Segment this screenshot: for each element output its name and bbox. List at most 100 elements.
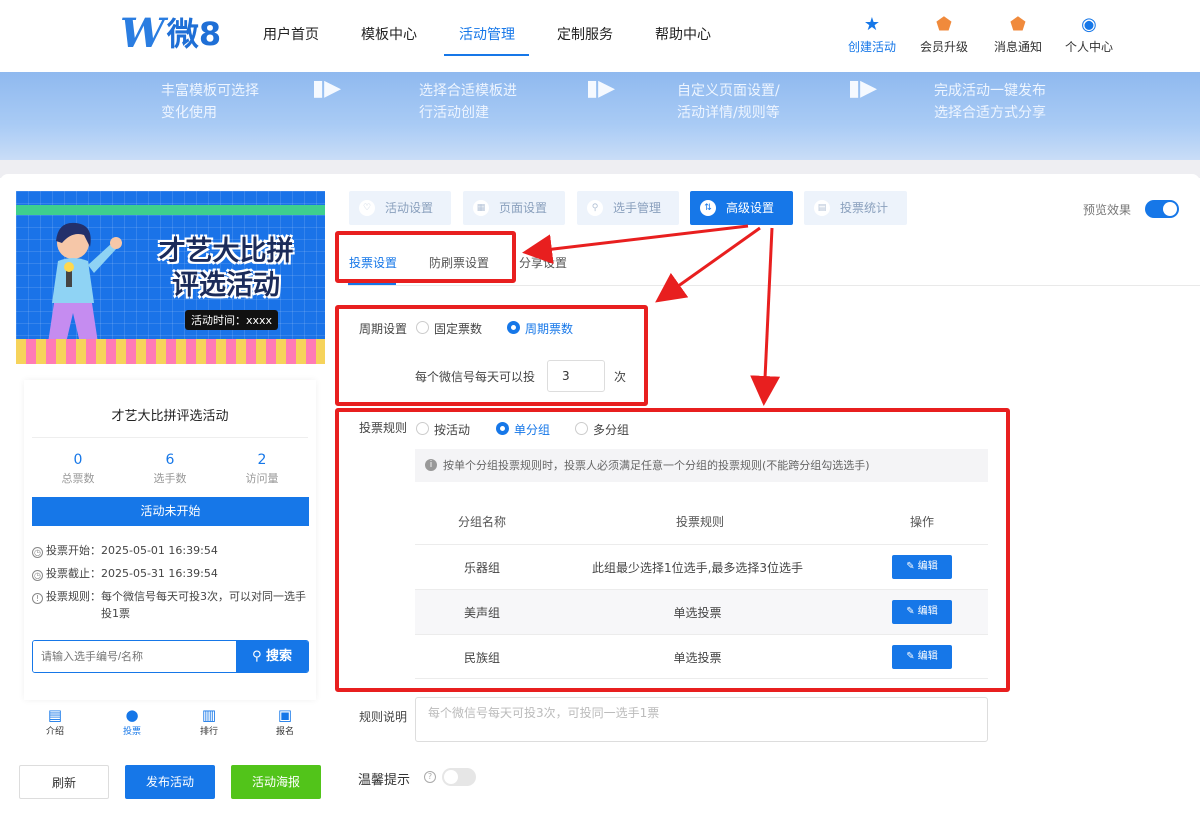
annotation-box-subtabs xyxy=(335,231,516,283)
heart-icon: ♡ xyxy=(359,200,375,216)
poster-bottom-stripe xyxy=(16,339,325,364)
nav-custom-service[interactable]: 定制服务 xyxy=(557,24,613,44)
tabbar-vote[interactable]: ● 投票 xyxy=(112,706,152,737)
user-center-link[interactable]: ◉ 个人中心 xyxy=(1049,14,1129,55)
stat-value: 0 xyxy=(73,452,83,468)
subtab-share[interactable]: 分享设置 xyxy=(519,254,567,271)
nav-home[interactable]: 用户首页 xyxy=(263,24,319,44)
rule-desc-label: 规则说明 xyxy=(359,710,408,724)
annotation-box-period xyxy=(335,305,648,406)
annotation-box-rules xyxy=(335,408,1010,692)
banner-step-4-line1: 完成活动一键发布 xyxy=(934,83,1046,99)
stat-label: 总票数 xyxy=(61,472,95,485)
search-icon: ⚲ xyxy=(251,649,267,664)
rule-desc-textarea[interactable]: 每个微信号每天可投3次，可投同一选手1票 xyxy=(415,697,988,742)
steps-banner: 丰富模板可选择 变化使用 ▮▶ 选择合适模板进 行活动创建 ▮▶ 自定义页面设置… xyxy=(0,72,1200,160)
stat-value: 2 xyxy=(257,452,267,468)
publish-button[interactable]: 发布活动 xyxy=(125,765,215,799)
bell-icon: ⬟ xyxy=(1010,14,1026,35)
tips-toggle[interactable] xyxy=(442,768,476,786)
step-arrow-icon: ▮▶ xyxy=(848,76,878,101)
logo-mark: W xyxy=(120,10,165,57)
tab-label: 活动设置 xyxy=(385,201,434,215)
user-center-label: 个人中心 xyxy=(1064,40,1113,54)
tabbar-intro[interactable]: ▤ 介绍 xyxy=(35,706,75,737)
banner-step-3-line2: 活动详情/规则等 xyxy=(677,105,780,121)
tabbar-label: 排行 xyxy=(199,727,218,737)
banner-step-4: 完成活动一键发布 选择合适方式分享 xyxy=(934,80,1046,124)
nav-templates[interactable]: 模板中心 xyxy=(361,24,417,44)
logo[interactable]: W 微8 xyxy=(120,14,221,54)
create-activity-link[interactable]: ★ 创建活动 xyxy=(832,14,912,55)
vote-rule-text-1: 每个微信号每天可投3次，可以对同一选手 xyxy=(101,590,306,603)
preview-tabbar: ▤ 介绍 ● 投票 ▥ 排行 ▣ 报名 xyxy=(16,702,325,742)
person-icon: ● xyxy=(125,706,139,724)
create-activity-label: 创建活动 xyxy=(847,40,896,54)
document-icon: ▤ xyxy=(47,706,63,724)
step-arrow-icon: ▮▶ xyxy=(586,76,616,101)
tabbar-label: 报名 xyxy=(275,727,294,737)
person-icon: ⚲ xyxy=(587,200,603,216)
tab-contestant-manage[interactable]: ⚲ 选手管理 xyxy=(577,191,679,225)
subtab-divider xyxy=(348,285,1200,286)
tab-vote-stats[interactable]: ▤ 投票统计 xyxy=(804,191,907,225)
toggle-knob xyxy=(444,770,458,784)
stat-label: 访问量 xyxy=(245,472,279,485)
tabbar-signup[interactable]: ▣ 报名 xyxy=(265,706,305,737)
signup-icon: ▣ xyxy=(277,706,293,724)
vip-upgrade-link[interactable]: ⬟ 会员升级 xyxy=(904,14,984,55)
poster-title-line2: 评选活动 xyxy=(172,270,280,301)
notifications-label: 消息通知 xyxy=(993,40,1042,54)
nav-activity-manage[interactable]: 活动管理 xyxy=(459,24,515,44)
preview-toggle-label: 预览效果 xyxy=(1083,203,1132,217)
logo-text: 微8 xyxy=(166,15,222,53)
sliders-icon: ⇅ xyxy=(700,200,716,216)
girl-illustration xyxy=(48,222,122,343)
ranking-icon: ▥ xyxy=(201,706,217,724)
search-input[interactable] xyxy=(33,641,237,672)
banner-step-1: 丰富模板可选择 变化使用 xyxy=(161,80,259,124)
stat-contestants: 6 选手数 xyxy=(130,452,210,486)
banner-step-3-line1: 自定义页面设置/ xyxy=(677,83,780,99)
tabbar-label: 投票 xyxy=(122,727,141,737)
notifications-link[interactable]: ⬟ 消息通知 xyxy=(978,14,1058,55)
tabbar-ranking[interactable]: ▥ 排行 xyxy=(189,706,229,737)
vote-rule-label: 投票规则： xyxy=(46,590,101,603)
page-icon: ▦ xyxy=(473,200,489,216)
refresh-button[interactable]: 刷新 xyxy=(19,765,109,799)
contestant-search: ⚲ 搜索 xyxy=(32,640,309,673)
stat-label: 选手数 xyxy=(153,472,187,485)
help-icon[interactable]: ? xyxy=(424,771,436,783)
banner-step-2-line2: 行活动创建 xyxy=(419,105,489,121)
preview-toggle[interactable] xyxy=(1145,200,1179,218)
divider xyxy=(32,437,308,438)
vip-badge-icon: ⬟ xyxy=(936,14,952,35)
tab-label: 高级设置 xyxy=(726,201,775,215)
activity-poster: 才艺大比拼 评选活动 活动时间：xxxx xyxy=(16,191,325,364)
stat-visits: 2 访问量 xyxy=(222,452,302,486)
top-header: W 微8 用户首页 模板中心 活动管理 定制服务 帮助中心 ★ 创建活动 ⬟ 会… xyxy=(0,0,1200,70)
banner-step-4-line2: 选择合适方式分享 xyxy=(934,105,1046,121)
vote-start-info: ◷ 投票开始：2025-05-01 16:39:54 xyxy=(32,542,218,559)
search-button[interactable]: ⚲ 搜索 xyxy=(236,641,308,672)
clock-icon: ◷ xyxy=(32,547,43,558)
tab-advanced-settings[interactable]: ⇅ 高级设置 xyxy=(690,191,793,225)
vote-end-text: 投票截止：2025-05-31 16:39:54 xyxy=(46,567,218,580)
banner-step-1-line1: 丰富模板可选择 xyxy=(161,83,259,99)
activity-title: 才艺大比拼评选活动 xyxy=(111,409,229,424)
star-icon: ★ xyxy=(863,14,881,35)
tab-label: 选手管理 xyxy=(613,201,662,215)
vote-rule-info: ! 投票规则：每个微信号每天可投3次，可以对同一选手 投1票 xyxy=(32,588,308,622)
nav-help[interactable]: 帮助中心 xyxy=(655,24,711,44)
tab-activity-settings[interactable]: ♡ 活动设置 xyxy=(349,191,451,225)
subtab-active-underline xyxy=(348,283,396,285)
tab-page-settings[interactable]: ▦ 页面设置 xyxy=(463,191,565,225)
vote-start-text: 投票开始：2025-05-01 16:39:54 xyxy=(46,544,218,557)
banner-step-1-line2: 变化使用 xyxy=(161,105,217,121)
poster-button[interactable]: 活动海报 xyxy=(231,765,321,799)
banner-step-2-line1: 选择合适模板进 xyxy=(419,83,517,99)
user-icon: ◉ xyxy=(1081,14,1097,35)
tabbar-label: 介绍 xyxy=(45,727,64,737)
tab-label: 页面设置 xyxy=(499,201,548,215)
activity-status-button[interactable]: 活动未开始 xyxy=(32,497,309,526)
